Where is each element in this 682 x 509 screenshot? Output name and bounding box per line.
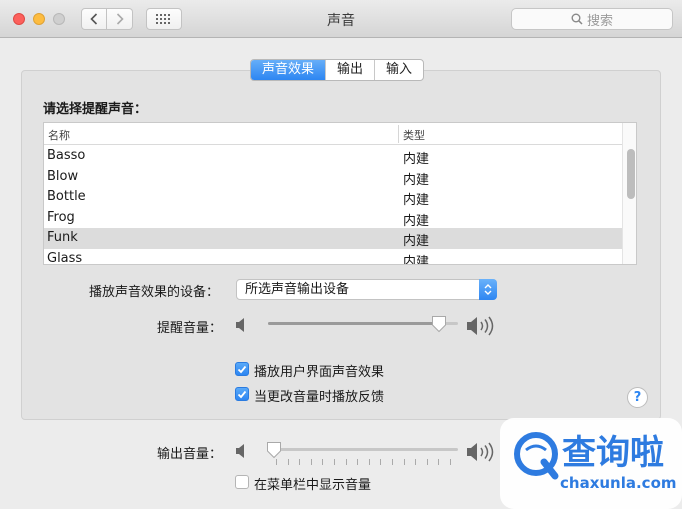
ui-sound-effects-checkbox[interactable] bbox=[235, 362, 249, 376]
show-volume-in-menu-bar-label[interactable]: 在菜单栏中显示音量 bbox=[254, 474, 371, 493]
speaker-high-icon bbox=[467, 442, 494, 462]
column-header-type[interactable]: 类型 bbox=[403, 127, 425, 143]
volume-feedback-checkbox[interactable] bbox=[235, 387, 249, 401]
alert-sound-table[interactable]: 名称 类型 Basso 内建 Blow 内建 Bottle 内建 Frog 内建… bbox=[43, 122, 637, 265]
title-bar: 声音 搜索 bbox=[0, 0, 682, 38]
table-row[interactable]: Glass 内建 bbox=[44, 249, 622, 265]
search-icon bbox=[571, 13, 583, 25]
slider-tick bbox=[334, 459, 335, 465]
sound-name: Blow bbox=[47, 168, 79, 184]
speaker-low-icon bbox=[236, 318, 244, 332]
checkmark-icon bbox=[237, 390, 247, 398]
table-row[interactable]: Frog 内建 bbox=[44, 208, 622, 229]
tab-input[interactable]: 输入 bbox=[374, 60, 423, 80]
slider-tick bbox=[403, 459, 405, 465]
alert-volume-fill bbox=[268, 322, 439, 325]
table-scrollbar[interactable] bbox=[622, 123, 636, 264]
help-button[interactable]: ? bbox=[627, 387, 648, 408]
volume-feedback-label[interactable]: 当更改音量时播放反馈 bbox=[254, 386, 384, 405]
output-volume-ticks bbox=[276, 459, 451, 465]
slider-tick bbox=[380, 459, 382, 465]
slider-tick bbox=[345, 459, 347, 465]
show-volume-in-menu-bar-checkbox[interactable] bbox=[235, 475, 249, 489]
slider-tick bbox=[438, 459, 440, 465]
ui-sound-effects-label[interactable]: 播放用户界面声音效果 bbox=[254, 361, 384, 380]
slider-tick bbox=[299, 459, 301, 465]
slider-tick bbox=[415, 459, 417, 465]
sound-name: Funk bbox=[47, 230, 78, 245]
table-row-selected[interactable]: Funk 内建 bbox=[44, 228, 622, 249]
slider-tick bbox=[322, 459, 324, 465]
alert-volume-thumb[interactable] bbox=[431, 315, 447, 333]
column-divider bbox=[398, 125, 399, 143]
slider-tick bbox=[368, 459, 370, 465]
slider-tick bbox=[310, 459, 312, 465]
device-label: 播放声音效果的设备： bbox=[89, 285, 220, 300]
table-row[interactable]: Bottle 内建 bbox=[44, 187, 622, 208]
sound-type: 内建 bbox=[403, 193, 430, 208]
sound-type: 内建 bbox=[403, 172, 430, 188]
slider-tick bbox=[357, 459, 359, 465]
slider-tick bbox=[287, 459, 289, 465]
output-volume-label: 输出音量： bbox=[157, 447, 223, 462]
tab-output[interactable]: 输出 bbox=[325, 60, 374, 80]
checkmark-icon bbox=[237, 365, 247, 373]
sound-type: 内建 bbox=[403, 152, 430, 167]
sound-type: 内建 bbox=[403, 234, 430, 249]
table-row[interactable]: Basso 内建 bbox=[44, 146, 622, 167]
speaker-low-icon bbox=[236, 444, 244, 458]
table-body: Basso 内建 Blow 内建 Bottle 内建 Frog 内建 Funk … bbox=[44, 146, 622, 265]
column-header-name[interactable]: 名称 bbox=[48, 127, 70, 143]
slider-tick bbox=[276, 459, 277, 465]
sound-type: 内建 bbox=[403, 213, 430, 229]
sound-name: Basso bbox=[47, 148, 86, 163]
slider-tick bbox=[426, 459, 428, 465]
device-select-value: 所选声音输出设备 bbox=[245, 282, 350, 297]
alert-sound-label: 请选择提醒声音： bbox=[43, 102, 148, 117]
alert-volume-label: 提醒音量： bbox=[157, 321, 223, 336]
watermark-url: chaxunla.com bbox=[560, 474, 677, 492]
sound-name: Bottle bbox=[47, 189, 86, 204]
device-select[interactable]: 所选声音输出设备 bbox=[236, 279, 497, 300]
tab-bar: 声音效果 输出 输入 bbox=[250, 59, 425, 81]
watermark-text: 查询啦 bbox=[562, 433, 664, 473]
table-header: 名称 类型 bbox=[44, 123, 622, 145]
updown-arrows-icon bbox=[479, 279, 497, 300]
alert-volume-slider[interactable] bbox=[268, 322, 458, 325]
sound-type: 内建 bbox=[403, 254, 430, 265]
table-row[interactable]: Blow 内建 bbox=[44, 167, 622, 188]
sound-name: Frog bbox=[47, 209, 75, 225]
sound-name: Glass bbox=[47, 250, 83, 265]
slider-tick bbox=[392, 459, 393, 465]
slider-tick bbox=[450, 459, 451, 465]
scrollbar-thumb[interactable] bbox=[627, 149, 635, 199]
output-volume-thumb[interactable] bbox=[266, 441, 282, 459]
output-volume-slider[interactable] bbox=[268, 448, 458, 451]
chaxunla-watermark-logo: 查询啦 chaxunla.com bbox=[500, 418, 682, 509]
search-placeholder: 搜索 bbox=[586, 13, 613, 29]
search-input[interactable]: 搜索 bbox=[511, 8, 673, 30]
tab-sound-effects[interactable]: 声音效果 bbox=[251, 60, 326, 80]
speaker-high-icon bbox=[467, 316, 494, 336]
